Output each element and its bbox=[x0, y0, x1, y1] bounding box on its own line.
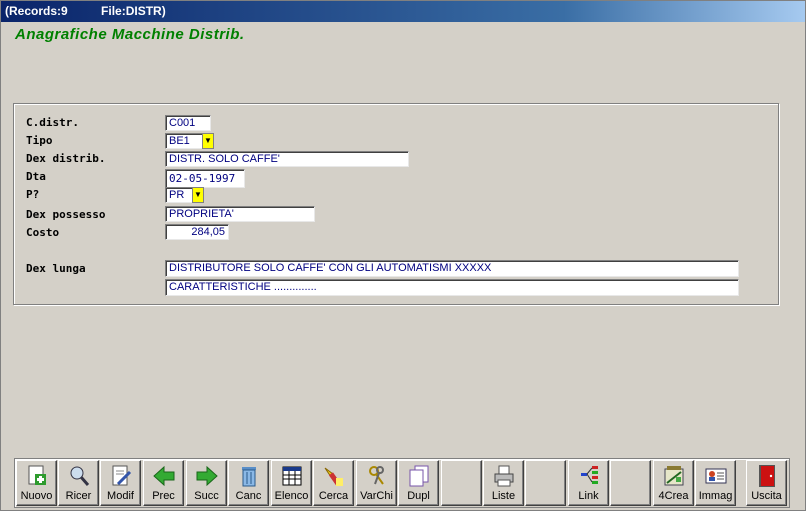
flashlight-icon bbox=[323, 464, 345, 488]
immag-label: Immag bbox=[698, 490, 733, 502]
printer-icon bbox=[493, 464, 515, 488]
elenco-label: Elenco bbox=[274, 490, 309, 502]
tipo-dropdown-button[interactable]: ▼ bbox=[202, 133, 214, 149]
dupl-button[interactable]: Dupl bbox=[398, 460, 439, 506]
p-field[interactable]: PR bbox=[165, 187, 193, 203]
liste-label: Liste bbox=[491, 490, 516, 502]
form-title: Anagrafiche Macchine Distrib. bbox=[15, 26, 245, 43]
dex-possesso-field[interactable]: PROPRIETA' bbox=[165, 206, 315, 222]
tipo-label: Tipo bbox=[26, 134, 53, 147]
chevron-down-icon: ▼ bbox=[194, 190, 202, 199]
prec-button[interactable]: Prec bbox=[143, 460, 184, 506]
link-button[interactable]: Link bbox=[568, 460, 609, 506]
ricer-button[interactable]: Ricer bbox=[58, 460, 99, 506]
title-file: File:DISTR) bbox=[101, 4, 166, 18]
new-document-icon bbox=[26, 464, 48, 488]
liste-button[interactable]: Liste bbox=[483, 460, 524, 506]
varchi-button[interactable]: VarChi bbox=[356, 460, 397, 506]
cerca-button[interactable]: Cerca bbox=[313, 460, 354, 506]
dex-distrib-field[interactable]: DISTR. SOLO CAFFE' bbox=[165, 151, 409, 167]
duplicate-icon bbox=[408, 464, 430, 488]
dta-label: Dta bbox=[26, 170, 46, 183]
uscita-label: Uscita bbox=[751, 490, 782, 502]
modif-label: Modif bbox=[107, 490, 134, 502]
empty-button-3[interactable] bbox=[610, 460, 651, 506]
modif-button[interactable]: Modif bbox=[100, 460, 141, 506]
prec-label: Prec bbox=[152, 490, 175, 502]
succ-button[interactable]: Succ bbox=[186, 460, 227, 506]
magnifier-icon bbox=[68, 464, 90, 488]
succ-label: Succ bbox=[194, 490, 219, 502]
cerca-label: Cerca bbox=[318, 490, 349, 502]
edit-document-icon bbox=[110, 464, 132, 488]
canc-button[interactable]: Canc bbox=[228, 460, 269, 506]
link-label: Link bbox=[578, 490, 599, 502]
dex-distrib-label: Dex distrib. bbox=[26, 152, 106, 165]
dta-field[interactable]: 02-05-1997 bbox=[165, 169, 245, 188]
varchi-label: VarChi bbox=[360, 490, 393, 502]
p-label: P? bbox=[26, 188, 40, 201]
elenco-button[interactable]: Elenco bbox=[271, 460, 312, 506]
id-card-icon bbox=[705, 464, 727, 488]
crea4-label: 4Crea bbox=[658, 490, 689, 502]
table-icon bbox=[281, 464, 303, 488]
ricer-label: Ricer bbox=[65, 490, 92, 502]
dex-lunga-field-line2[interactable]: CARATTERISTICHE .............. bbox=[165, 279, 739, 296]
immag-button[interactable]: Immag bbox=[695, 460, 736, 506]
empty-button-1[interactable] bbox=[441, 460, 482, 506]
p-dropdown-button[interactable]: ▼ bbox=[192, 187, 204, 203]
blueprint-icon bbox=[663, 464, 685, 488]
costo-label: Costo bbox=[26, 226, 60, 239]
empty-button-2[interactable] bbox=[525, 460, 566, 506]
tipo-field[interactable]: BE1 bbox=[165, 133, 203, 149]
tree-link-icon bbox=[578, 464, 600, 488]
arrow-left-icon bbox=[153, 464, 175, 488]
canc-label: Canc bbox=[235, 490, 262, 502]
title-records: (Records:9 bbox=[5, 4, 68, 18]
nuovo-label: Nuovo bbox=[20, 490, 53, 502]
keys-icon bbox=[366, 464, 388, 488]
cdistr-label: C.distr. bbox=[26, 116, 79, 129]
crea4-button[interactable]: 4Crea bbox=[653, 460, 694, 506]
dex-lunga-label: Dex lunga bbox=[26, 262, 86, 275]
dex-lunga-field-line1[interactable]: DISTRIBUTORE SOLO CAFFE' CON GLI AUTOMAT… bbox=[165, 260, 739, 277]
dex-possesso-label: Dex possesso bbox=[26, 208, 106, 221]
chevron-down-icon: ▼ bbox=[204, 136, 212, 145]
arrow-right-icon bbox=[196, 464, 218, 488]
uscita-button[interactable]: Uscita bbox=[746, 460, 787, 506]
title-bar: (Records:9 File:DISTR) bbox=[1, 1, 805, 22]
main-window: (Records:9 File:DISTR) Anagrafiche Macch… bbox=[0, 0, 806, 511]
exit-door-icon bbox=[756, 464, 778, 488]
trash-icon bbox=[238, 464, 260, 488]
costo-field[interactable]: 284,05 bbox=[165, 224, 229, 240]
cdistr-field[interactable]: C001 bbox=[165, 115, 211, 131]
nuovo-button[interactable]: Nuovo bbox=[16, 460, 57, 506]
dupl-label: Dupl bbox=[407, 490, 430, 502]
